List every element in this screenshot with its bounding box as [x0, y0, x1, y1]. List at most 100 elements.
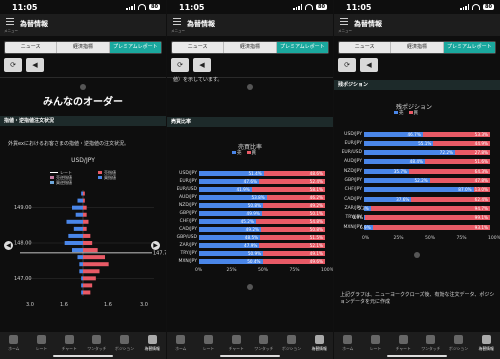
buy-order-bar [77, 198, 83, 203]
sell-bar: 48.5% [199, 234, 261, 240]
expand-icon[interactable] [414, 252, 420, 258]
sell-bar: 49.9% [199, 210, 262, 216]
data-label: 50.8% [309, 226, 323, 232]
x-tick-label: 3.0 [140, 302, 148, 308]
sell-order-bar [83, 262, 109, 267]
sell-order-bar [83, 269, 100, 274]
data-label: 48.6% [309, 170, 323, 176]
expand-icon[interactable] [247, 284, 253, 290]
menu-icon[interactable] [6, 18, 14, 26]
screen-order-book: 11:05 80 メニュー 為替情報 ニュース 経済指標 プレミアムレポート ⟳… [0, 0, 166, 359]
tab-premium-report[interactable]: プレミアムレポート [276, 42, 328, 53]
buy-bar: 52.1% [259, 242, 325, 248]
battery-icon: 80 [316, 4, 327, 10]
position-icon [454, 335, 464, 344]
divider [0, 77, 166, 78]
rate-icon [371, 335, 380, 344]
menu-label[interactable]: メニュー [338, 29, 352, 34]
data-label: 49.1% [309, 250, 323, 256]
tab-news[interactable]: ニュース [172, 42, 225, 53]
one-touch-icon [259, 335, 269, 344]
nav-rate[interactable]: レート [362, 332, 390, 359]
nav-rate[interactable]: レート [195, 332, 223, 359]
signal-icon [460, 4, 470, 10]
nav-home[interactable]: ホーム [334, 332, 362, 359]
category-label: EUR/JPY [179, 178, 197, 184]
sell-order-bar [83, 212, 87, 217]
buy-bar: 49.1% [263, 250, 325, 256]
data-label: 48.5% [244, 234, 259, 240]
refresh-icon[interactable]: ⟳ [171, 58, 189, 72]
data-label: 37.6% [396, 196, 410, 202]
section-header: 指値・逆指値注文状況 [0, 116, 166, 126]
category-label: MXN/JPY [178, 258, 197, 264]
buy-order-bar [72, 205, 83, 210]
expand-icon[interactable] [80, 84, 86, 90]
refresh-icon[interactable]: ⟳ [4, 58, 22, 72]
sell-bar: 51.4% [199, 170, 264, 176]
tab-indicators[interactable]: 経済指標 [391, 42, 444, 53]
toolbar: ⟳ ◀ [171, 58, 211, 72]
data-label: 6.9% [360, 224, 371, 230]
data-label: 41.9% [236, 186, 250, 192]
category-label: GBP/JPY [344, 178, 363, 183]
data-label: 52.4% [309, 178, 323, 184]
x-tick-label: 0% [195, 268, 203, 273]
tab-indicators[interactable]: 経済指標 [224, 42, 277, 53]
menu-icon[interactable] [173, 18, 181, 26]
x-tick-label: 25% [393, 236, 404, 241]
tab-indicators[interactable]: 経済指標 [57, 42, 110, 53]
back-button[interactable]: ◀ [193, 58, 211, 72]
sell-order-bar [83, 233, 91, 238]
category-label: NZD/JPY [343, 168, 362, 174]
nav-rate[interactable]: レート [28, 332, 56, 359]
screen-buy-sell-ratio: 11:05 80 メニュー 為替情報 ニュース 経済指標 プレミアムレポート ⟳… [167, 0, 333, 359]
page-title: 為替情報 [187, 20, 215, 28]
data-label: 93.1% [474, 224, 488, 230]
page-title: 為替情報 [354, 20, 382, 28]
menu-label[interactable]: メニュー [4, 29, 18, 34]
buy-order-bar [72, 248, 83, 253]
buy-bar: 93.1% [372, 224, 490, 230]
next-arrow[interactable]: ▶ [151, 241, 160, 250]
bar-row: EUR/JPY 47.6% 52.4% [173, 178, 325, 184]
sell-bar: 72.2% [364, 150, 455, 156]
buy-order-bar [77, 255, 83, 260]
tab-premium-report[interactable]: プレミアムレポート [109, 42, 161, 53]
bar-row: EUR/JPY 55.1% 44.9% [338, 140, 490, 146]
data-label: 55.1% [418, 140, 432, 146]
prev-arrow[interactable]: ◀ [4, 241, 13, 250]
status-time: 11:05 [179, 3, 205, 12]
nav-position[interactable]: ポジション [445, 332, 473, 359]
tab-news[interactable]: ニュース [339, 42, 392, 53]
nav-fx-info[interactable]: 為替情報 [472, 332, 500, 359]
x-tick-label: 1.6 [60, 302, 68, 308]
legend-sell: 売 [232, 150, 242, 156]
buy-bar: 51.5% [260, 234, 325, 240]
buy-order-bar [64, 241, 83, 245]
back-button[interactable]: ◀ [360, 58, 378, 72]
x-tick-label: 75% [456, 236, 467, 241]
home-icon [176, 335, 186, 344]
data-label: 51.5% [309, 234, 323, 240]
nav-home[interactable]: ホーム [0, 332, 28, 359]
back-button[interactable]: ◀ [26, 58, 44, 72]
tab-premium-report[interactable]: プレミアムレポート [443, 42, 495, 53]
buy-bar: 52.4% [258, 178, 325, 184]
menu-label[interactable]: メニュー [171, 29, 185, 34]
nav-position[interactable]: ポジション [111, 332, 139, 359]
tab-news[interactable]: ニュース [5, 42, 58, 53]
legend-sell: 売 [394, 110, 404, 116]
nav-home[interactable]: ホーム [167, 332, 195, 359]
sell-bar: 35.7% [364, 168, 409, 174]
nav-fx-info[interactable]: 為替情報 [305, 332, 333, 359]
nav-fx-info[interactable]: 為替情報 [138, 332, 166, 359]
menu-icon[interactable] [340, 18, 348, 26]
sell-bar: 49.2% [199, 226, 261, 232]
page-title: 為替情報 [20, 20, 48, 28]
nav-position[interactable]: ポジション [278, 332, 306, 359]
sell-bar: 47.9% [199, 242, 260, 248]
expand-icon[interactable] [247, 84, 253, 90]
data-label: 52.1% [309, 242, 323, 248]
refresh-icon[interactable]: ⟳ [338, 58, 356, 72]
